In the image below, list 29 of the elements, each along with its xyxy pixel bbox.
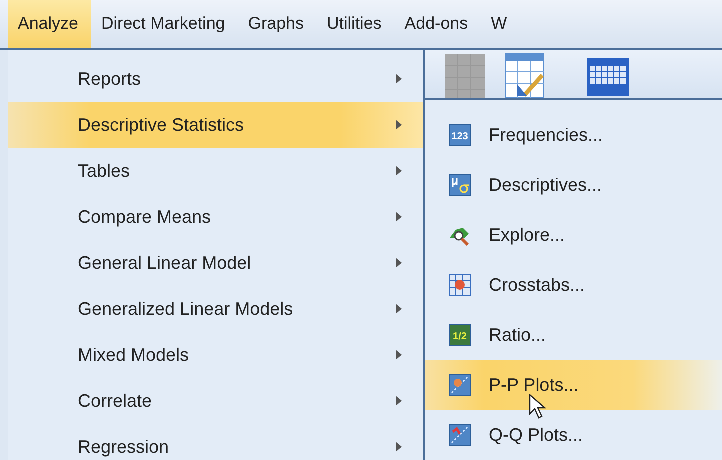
menu-item[interactable]: Compare Means (8, 194, 423, 240)
quantile-plot-icon (449, 424, 471, 446)
menu-item[interactable]: General Linear Model (8, 240, 423, 286)
fraction-icon: 1/2 (449, 324, 471, 346)
submenu-item[interactable]: 123 Frequencies... (425, 110, 722, 160)
menu-bar-item[interactable]: W (481, 0, 520, 48)
submenu-item[interactable]: Crosstabs... (425, 260, 722, 310)
crosstab-icon (449, 274, 471, 296)
submenu-item[interactable]: 1/2 Ratio... (425, 310, 722, 360)
menu-bar-item[interactable]: Utilities (317, 0, 395, 48)
menu-bar-item[interactable]: Graphs (238, 0, 317, 48)
menu-item[interactable]: Reports (8, 56, 423, 102)
submenu-item[interactable]: Q-Q Plots... (425, 410, 722, 460)
mouse-pointer-icon (529, 394, 547, 420)
menu-item[interactable]: Generalized Linear Models (8, 286, 423, 332)
menu-item[interactable]: Correlate (8, 378, 423, 424)
menu-bar-item[interactable]: Add-ons (394, 0, 482, 48)
table-pencil-icon[interactable] (505, 52, 545, 98)
menu-bar-item[interactable]: Direct Marketing (91, 0, 238, 48)
numbers-icon: 123 (449, 124, 471, 146)
menu-item[interactable]: Mixed Models (8, 332, 423, 378)
submenu-item[interactable]: Descriptives... (425, 160, 722, 210)
probability-plot-icon (449, 374, 471, 396)
menu-item[interactable]: Regression (8, 424, 423, 460)
menu-item[interactable]: Tables (8, 148, 423, 194)
submenu-item[interactable]: Explore... (425, 210, 722, 260)
menu-item[interactable]: Descriptive Statistics (8, 102, 423, 148)
mu-sigma-icon (449, 174, 471, 196)
menu-bar-item[interactable]: Analyze (8, 0, 92, 48)
